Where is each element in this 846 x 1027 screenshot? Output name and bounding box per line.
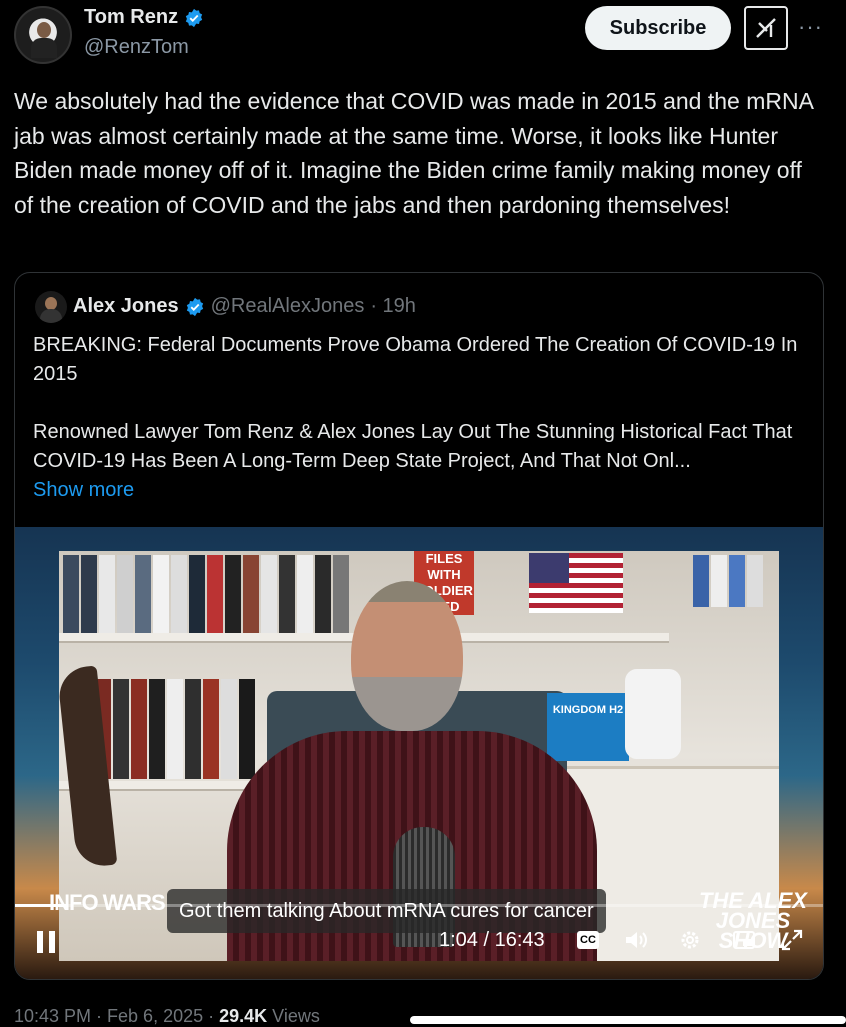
quote-timestamp[interactable]: · 19h [370,295,416,318]
quote-avatar-body [40,309,62,323]
quote-author-name[interactable]: Alex Jones [73,295,179,318]
author-handle[interactable]: @RenzTom [84,36,189,59]
bookshelf-books-right [693,555,763,607]
grok-icon[interactable] [744,6,788,50]
video-time: 1:04 / 16:43 [439,929,545,951]
views-label: Views [267,1006,320,1026]
video-progress-fill [15,904,68,907]
tweet-text: We absolutely had the evidence that COVI… [14,88,813,218]
american-flag [529,553,623,613]
author-name[interactable]: Tom Renz [84,6,178,29]
show-more-link[interactable]: Show more [33,476,813,505]
quote-author-handle[interactable]: @RealAlexJones [211,295,365,318]
supplement-jar [625,669,681,759]
author-avatar[interactable] [14,6,72,64]
avatar-body [31,38,57,58]
volume-icon[interactable] [623,927,649,953]
home-indicator[interactable] [410,1016,846,1024]
pause-icon[interactable] [37,931,59,953]
more-options-icon[interactable]: ··· [798,14,823,40]
quote-header: Alex Jones @RealAlexJones · 19h [73,295,416,318]
tweet-timestamp[interactable]: 10:43 PM · Feb 6, 2025 · [14,1006,219,1026]
kingdom-h2-box: KINGDOM H2 [547,693,629,761]
settings-gear-icon[interactable] [677,927,703,953]
grok-logo-icon [756,18,776,38]
video-controls: 1:04 / 16:43 CC [15,921,823,961]
quote-verified-badge-icon [186,297,203,316]
bookshelf-books-top [63,555,349,633]
quote-body: Renowned Lawyer Tom Renz & Alex Jones La… [33,421,793,472]
video-player[interactable]: FILES WITH SOLDIER DIED [15,527,823,979]
verified-badge-icon [185,8,203,27]
fullscreen-icon[interactable] [779,927,805,953]
avatar-face [37,22,51,38]
author-name-row: Tom Renz [84,6,204,29]
quote-text: BREAKING: Federal Documents Prove Obama … [33,331,813,505]
quoted-tweet[interactable]: Alex Jones @RealAlexJones · 19h BREAKING… [14,272,824,980]
speaker-head [351,581,463,731]
subscribe-button[interactable]: Subscribe [585,6,731,50]
video-progress-bar[interactable] [15,904,823,907]
quote-paragraph-gap [33,389,813,418]
quote-avatar[interactable] [35,291,67,323]
infowars-logo: INFO WARS [49,890,166,915]
picture-in-picture-icon[interactable] [731,927,757,953]
views-count: 29.4K [219,1006,268,1026]
closed-captions-icon[interactable]: CC [577,931,599,949]
quote-headline: BREAKING: Federal Documents Prove Obama … [33,334,798,385]
